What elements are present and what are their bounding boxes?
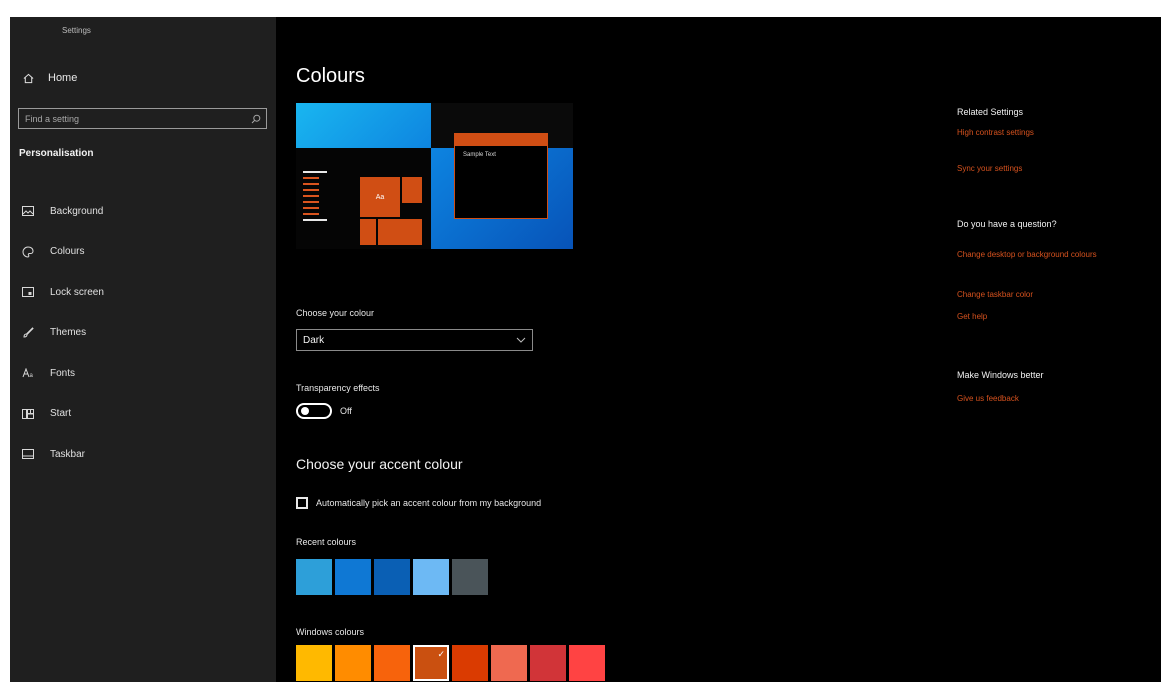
auto-pick-row[interactable]: Automatically pick an accent colour from… [296,497,541,509]
colour-swatch[interactable] [452,559,488,595]
colour-swatch[interactable] [452,645,488,681]
main-content: Colours Aa Sample Text Choose your colou… [276,17,936,682]
colour-swatch[interactable] [374,645,410,681]
get-help-link[interactable]: Get help [957,311,987,322]
app-title: Settings [62,26,91,35]
choose-colour-value: Dark [303,334,325,346]
preview-tile [360,219,376,245]
sidebar-item-label: Colours [50,246,85,258]
preview-start-list [303,171,327,246]
transparency-label: Transparency effects [296,383,380,393]
chevron-down-icon [516,335,526,346]
colour-swatch[interactable] [491,645,527,681]
sidebar-item-lock-screen[interactable]: Lock screen [10,272,276,313]
sidebar-item-label: Taskbar [50,448,86,460]
taskbar-icon [20,449,36,460]
change-background-colours-link[interactable]: Change desktop or background colours [957,249,1142,260]
recent-colours-label: Recent colours [296,537,357,547]
related-pane: Related Settings High contrast settings … [957,17,1157,682]
preview-tile [378,219,422,245]
check-icon: ✓ [437,649,445,659]
sidebar-item-themes[interactable]: Themes [10,313,276,354]
sidebar-item-start[interactable]: Start [10,394,276,435]
sidebar-item-fonts[interactable]: a Fonts [10,353,276,394]
sync-settings-link[interactable]: Sync your settings [957,163,1022,174]
brush-icon [20,327,36,339]
sidebar-item-colours[interactable]: Colours [10,232,276,273]
colour-swatch[interactable] [296,645,332,681]
colour-swatch[interactable]: ✓ [413,645,449,681]
colour-swatch[interactable] [374,559,410,595]
settings-window: Settings Home Personalisation Background [10,17,1161,682]
colour-swatch[interactable] [335,559,371,595]
sidebar-item-label: Fonts [50,367,76,379]
auto-pick-label: Automatically pick an accent colour from… [316,498,542,508]
theme-preview: Aa Sample Text [296,103,573,249]
transparency-toggle[interactable] [296,403,332,419]
preview-tile [402,177,422,203]
transparency-state: Off [340,406,352,416]
colour-swatch[interactable] [296,559,332,595]
give-feedback-link[interactable]: Give us feedback [957,393,1019,404]
search-box[interactable] [18,108,267,129]
palette-icon [20,246,36,258]
picture-icon [20,206,36,217]
page-title: Colours [296,65,365,87]
recent-colours [296,559,491,595]
sidebar-item-taskbar[interactable]: Taskbar [10,434,276,475]
lock-screen-icon [20,287,36,298]
accent-heading: Choose your accent colour [296,456,463,472]
related-settings-heading: Related Settings [957,107,1024,117]
colour-swatch[interactable] [413,559,449,595]
font-icon: a [20,368,36,378]
feedback-heading: Make Windows better [957,370,1044,380]
search-input[interactable] [25,113,225,124]
search-icon[interactable] [251,114,261,124]
toggle-knob [301,407,309,415]
preview-sample-text: Sample Text [463,152,496,158]
sidebar-item-label: Start [50,408,72,420]
colour-swatch[interactable] [335,645,371,681]
windows-colours: ✓ [296,645,608,681]
sidebar: Settings Home Personalisation Background [10,17,276,682]
auto-pick-checkbox[interactable] [296,497,308,509]
high-contrast-link[interactable]: High contrast settings [957,127,1034,138]
sidebar-item-background[interactable]: Background [10,191,276,232]
preview-tile: Aa [360,177,400,217]
start-icon [20,408,36,419]
section-title: Personalisation [19,148,94,159]
question-heading: Do you have a question? [957,219,1057,229]
windows-colours-label: Windows colours [296,627,365,637]
choose-colour-label: Choose your colour [296,308,375,318]
change-taskbar-color-link[interactable]: Change taskbar color [957,289,1033,300]
home-label: Home [48,72,78,84]
colour-swatch[interactable] [530,645,566,681]
sidebar-nav: Background Colours Lock screen Themes a … [10,191,276,475]
choose-colour-dropdown[interactable]: Dark [296,329,533,351]
colour-swatch[interactable] [569,645,605,681]
home-icon [20,73,36,84]
svg-text:a: a [30,373,34,378]
preview-sample-window: Sample Text [454,133,548,219]
home-nav-item[interactable]: Home [20,68,77,88]
sidebar-item-label: Lock screen [50,286,104,298]
sidebar-item-label: Themes [50,327,87,339]
preview-window-titlebar [455,134,547,146]
sidebar-item-label: Background [50,205,104,217]
